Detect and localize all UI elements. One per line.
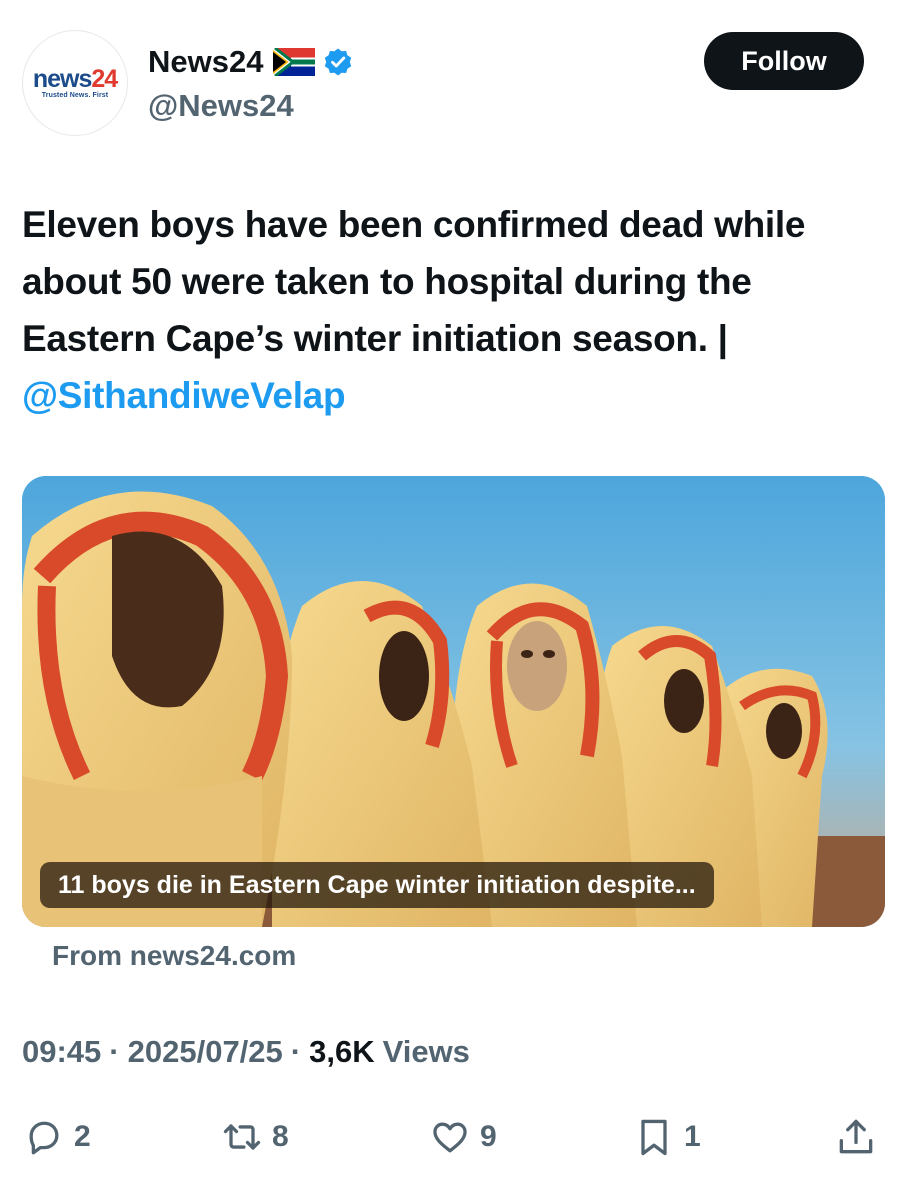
- south-africa-flag-icon: [273, 48, 316, 76]
- verified-badge-icon: [325, 48, 352, 76]
- separator-dot: ·: [290, 1034, 302, 1069]
- bookmark-button[interactable]: 1: [632, 1112, 701, 1162]
- tweet-text: Eleven boys have been confirmed dead whi…: [22, 196, 882, 424]
- tweet-date[interactable]: 2025/07/25: [128, 1034, 283, 1070]
- repost-count: 8: [272, 1120, 289, 1153]
- card-source[interactable]: From news24.com: [52, 940, 296, 972]
- logo-tagline: Trusted News. First: [41, 92, 109, 99]
- news24-logo: news24: [32, 65, 118, 93]
- tweet-meta: 09:45 · 2025/07/25 · 3,6K Views: [22, 1034, 470, 1070]
- mention-link[interactable]: @SithandiweVelap: [22, 375, 346, 416]
- account-handle[interactable]: @News24: [148, 88, 353, 124]
- follow-button[interactable]: Follow: [704, 32, 864, 90]
- card-image: [22, 476, 885, 927]
- share-icon: [839, 1119, 873, 1154]
- share-button[interactable]: [834, 1112, 878, 1162]
- like-button[interactable]: 9: [428, 1112, 497, 1162]
- reply-count: 2: [74, 1120, 91, 1153]
- repost-button[interactable]: 8: [220, 1112, 289, 1162]
- card-caption: 11 boys die in Eastern Cape winter initi…: [40, 862, 714, 908]
- heart-icon: [433, 1122, 467, 1153]
- like-count: 9: [480, 1120, 497, 1153]
- bookmark-icon: [641, 1119, 667, 1156]
- views-count: 3,6K: [309, 1034, 375, 1069]
- reply-button[interactable]: 2: [22, 1112, 91, 1162]
- action-bar: 2 8 9 1: [22, 1112, 885, 1162]
- tweet-body: Eleven boys have been confirmed dead whi…: [22, 204, 806, 359]
- display-name[interactable]: News24: [148, 44, 263, 80]
- tweet-header: news24 Trusted News. First News24 @News2…: [22, 28, 882, 138]
- reply-icon: [29, 1121, 59, 1155]
- separator-dot: ·: [109, 1034, 120, 1069]
- link-card[interactable]: 11 boys die in Eastern Cape winter initi…: [22, 476, 885, 927]
- repost-icon: [223, 1124, 261, 1150]
- account-names: News24 @News24: [148, 42, 353, 124]
- bookmark-count: 1: [684, 1120, 701, 1153]
- tweet-time[interactable]: 09:45: [22, 1034, 101, 1070]
- avatar[interactable]: news24 Trusted News. First: [22, 30, 128, 136]
- views-label: Views: [382, 1034, 470, 1069]
